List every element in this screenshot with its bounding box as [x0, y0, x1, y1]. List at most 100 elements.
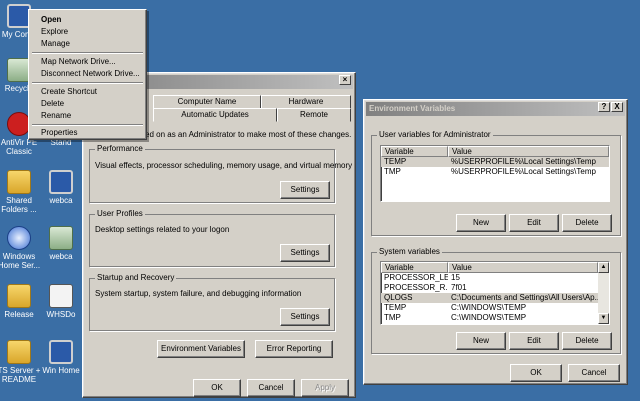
menu-item-rename[interactable]: Rename [32, 110, 143, 122]
desktop-icon-label: webca [49, 196, 73, 205]
variable-value: C:\Documents and Settings\All Users\Ap..… [451, 293, 598, 302]
tab-automatic-updates[interactable]: Automatic Updates [153, 108, 277, 122]
windows-home-server-icon [7, 226, 31, 250]
table-row[interactable]: PROCESSOR_R... 7f01 [381, 283, 598, 293]
tab-hardware[interactable]: Hardware [261, 95, 351, 109]
apply-button[interactable]: Apply [301, 379, 349, 397]
table-row[interactable]: QLOGS C:\Documents and Settings\All User… [381, 293, 598, 303]
environment-variables-window: Environment Variables ? X User variables… [363, 99, 628, 385]
webcam-icon [49, 170, 73, 194]
tab-remote[interactable]: Remote [277, 108, 351, 122]
user-variables-label: User variables for Administrator [377, 130, 493, 140]
list-header: Variable Value [381, 146, 609, 157]
list-header: Variable Value [381, 262, 598, 273]
system-edit-button[interactable]: Edit [509, 332, 559, 350]
user-profiles-description: Desktop settings related to your logon [95, 225, 230, 234]
user-profiles-group-label: User Profiles [95, 209, 145, 219]
desktop-icon-label: Win Home [42, 366, 80, 375]
user-new-button[interactable]: New [456, 214, 506, 232]
system-variables-group: System variables Variable Value PROCESSO… [371, 247, 621, 354]
environment-variables-titlebar[interactable]: Environment Variables [366, 102, 625, 116]
menu-separator [32, 52, 143, 54]
performance-group-label: Performance [95, 144, 145, 154]
close-icon[interactable]: × [339, 75, 351, 85]
variable-value: C:\WINDOWS\TEMP [451, 313, 527, 322]
system-variables-label: System variables [377, 247, 442, 257]
variable-value: %USERPROFILE%\Local Settings\Temp [451, 157, 596, 166]
error-reporting-button[interactable]: Error Reporting [255, 340, 333, 358]
system-new-button[interactable]: New [456, 332, 506, 350]
table-row[interactable]: TMP C:\WINDOWS\TEMP [381, 313, 598, 323]
menu-item-properties[interactable]: Properties [32, 127, 143, 139]
environment-variables-button[interactable]: Environment Variables [157, 340, 245, 358]
variable-value: 7f01 [451, 283, 467, 292]
menu-item-manage[interactable]: Manage [32, 38, 143, 50]
user-variables-list[interactable]: Variable Value TEMP %USERPROFILE%\Local … [380, 145, 610, 202]
performance-group: Performance Visual effects, processor sc… [89, 144, 352, 203]
desktop-icon-webcam-2[interactable]: webca [36, 226, 86, 261]
column-variable[interactable]: Variable [381, 262, 448, 273]
variable-value: 15 [451, 273, 460, 282]
table-row[interactable]: PROCESSOR_LE... 15 [381, 273, 598, 283]
menu-item-explore[interactable]: Explore [32, 26, 143, 38]
admin-intro-text: ed on as an Administrator to make most o… [145, 130, 352, 139]
system-delete-button[interactable]: Delete [562, 332, 612, 350]
variable-name: TEMP [384, 157, 407, 166]
user-profiles-settings-button[interactable]: Settings [280, 244, 330, 262]
performance-description: Visual effects, processor scheduling, me… [95, 161, 353, 170]
performance-settings-button[interactable]: Settings [280, 181, 330, 199]
desktop-icon-label: webca [49, 252, 73, 261]
monitor-icon [49, 340, 73, 364]
column-value[interactable]: Value [448, 262, 598, 273]
scroll-up-icon[interactable]: ▲ [598, 262, 609, 273]
table-row[interactable]: TMP %USERPROFILE%\Local Settings\Temp [381, 167, 609, 177]
menu-item-open[interactable]: Open [32, 14, 143, 26]
startup-recovery-group: Startup and Recovery System startup, sys… [89, 273, 335, 331]
scroll-down-icon[interactable]: ▼ [598, 313, 609, 324]
tab-computer-name[interactable]: Computer Name [153, 95, 261, 109]
table-row[interactable]: TEMP %USERPROFILE%\Local Settings\Temp [381, 157, 609, 167]
cancel-button[interactable]: Cancel [568, 364, 620, 382]
user-edit-button[interactable]: Edit [509, 214, 559, 232]
variable-name: PROCESSOR_LE... [384, 273, 448, 282]
variable-name: TMP [384, 167, 401, 176]
variable-name: TEMP [384, 303, 407, 312]
variable-name: QLOGS [384, 293, 413, 302]
startup-recovery-settings-button[interactable]: Settings [280, 308, 330, 326]
context-menu: Open Explore Manage Map Network Drive...… [28, 9, 147, 140]
folder-icon [7, 284, 31, 308]
close-icon[interactable]: X [611, 102, 623, 112]
column-variable[interactable]: Variable [381, 146, 448, 157]
shared-folders-icon [7, 170, 31, 194]
menu-separator [32, 82, 143, 84]
startup-recovery-group-label: Startup and Recovery [95, 273, 177, 283]
menu-separator [32, 124, 143, 126]
ok-button[interactable]: OK [193, 379, 241, 397]
document-icon [49, 284, 73, 308]
menu-item-map-network-drive[interactable]: Map Network Drive... [32, 56, 143, 68]
startup-recovery-description: System startup, system failure, and debu… [95, 289, 302, 298]
variable-name: TMP [384, 313, 401, 322]
user-delete-button[interactable]: Delete [562, 214, 612, 232]
cancel-button[interactable]: Cancel [247, 379, 295, 397]
system-variables-list[interactable]: Variable Value PROCESSOR_LE... 15 PROCES… [380, 261, 610, 325]
menu-item-disconnect-network-drive[interactable]: Disconnect Network Drive... [32, 68, 143, 80]
user-variables-group: User variables for Administrator Variabl… [371, 130, 621, 236]
window-title: Environment Variables [369, 104, 456, 113]
webcam-icon [49, 226, 73, 250]
folder-icon [7, 340, 31, 364]
menu-item-create-shortcut[interactable]: Create Shortcut [32, 86, 143, 98]
help-icon[interactable]: ? [598, 102, 610, 112]
desktop-icon-webcam-1[interactable]: webca [36, 170, 86, 205]
user-profiles-group: User Profiles Desktop settings related t… [89, 209, 335, 267]
variable-value: %USERPROFILE%\Local Settings\Temp [451, 167, 596, 176]
desktop-icon-win-home[interactable]: Win Home [36, 340, 86, 375]
variable-value: C:\WINDOWS\TEMP [451, 303, 527, 312]
system-variables-scrollbar[interactable]: ▲ ▼ [598, 262, 609, 324]
menu-item-delete[interactable]: Delete [32, 98, 143, 110]
ok-button[interactable]: OK [510, 364, 562, 382]
table-row[interactable]: TEMP C:\WINDOWS\TEMP [381, 303, 598, 313]
column-value[interactable]: Value [448, 146, 609, 157]
variable-name: PROCESSOR_R... [384, 283, 448, 292]
desktop-icon-whsdo[interactable]: WHSDo [36, 284, 86, 319]
